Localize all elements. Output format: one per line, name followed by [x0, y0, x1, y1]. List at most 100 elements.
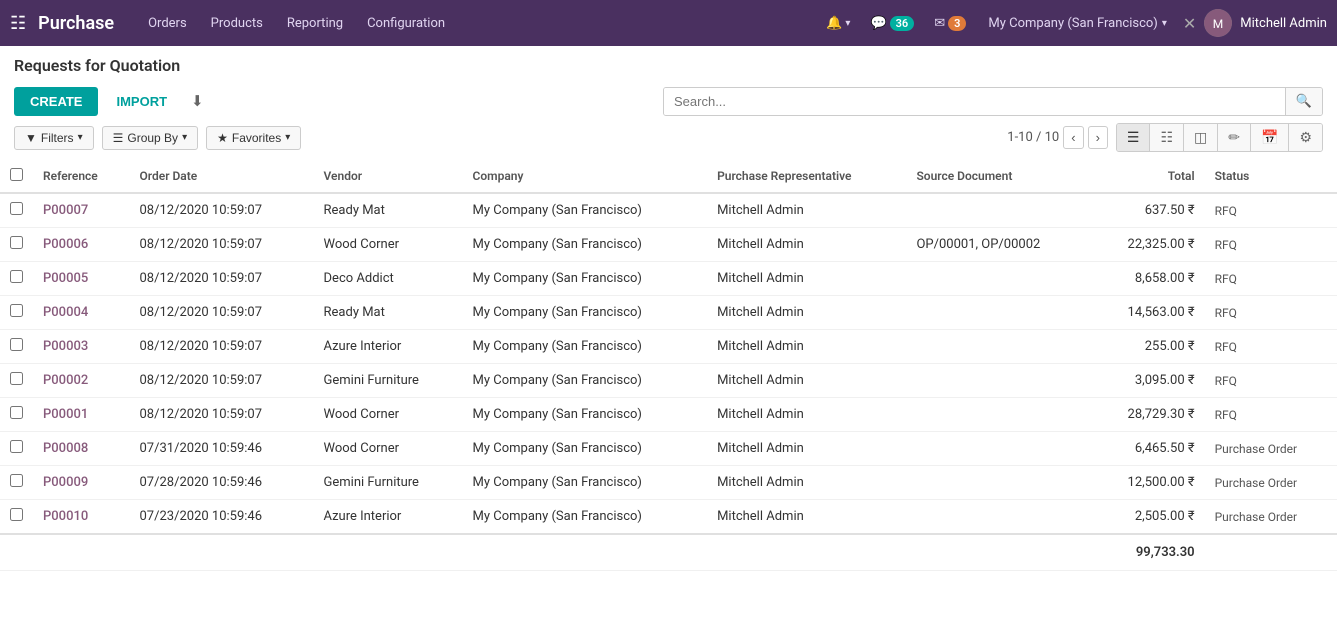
create-button[interactable]: CREATE — [14, 87, 98, 116]
row-checkbox[interactable] — [0, 432, 33, 466]
row-company: My Company (San Francisco) — [463, 228, 708, 262]
row-reference[interactable]: P00006 — [33, 228, 130, 262]
row-checkbox[interactable] — [0, 330, 33, 364]
table-row: P00001 08/12/2020 10:59:07 Wood Corner M… — [0, 398, 1337, 432]
row-checkbox[interactable] — [0, 364, 33, 398]
groupby-button[interactable]: ☰ Group By ▾ — [102, 126, 199, 150]
grand-total-label — [0, 534, 1092, 571]
col-vendor[interactable]: Vendor — [314, 160, 463, 193]
col-purchase-rep[interactable]: Purchase Representative — [707, 160, 906, 193]
chart-view-btn[interactable]: ✏ — [1218, 124, 1251, 151]
row-select-checkbox[interactable] — [10, 236, 23, 249]
row-reference[interactable]: P00005 — [33, 262, 130, 296]
col-total[interactable]: Total — [1092, 160, 1204, 193]
filters-button[interactable]: ▼ Filters ▾ — [14, 126, 94, 150]
row-total: 2,505.00 ₹ — [1092, 500, 1204, 535]
col-company[interactable]: Company — [463, 160, 708, 193]
row-checkbox[interactable] — [0, 466, 33, 500]
row-select-checkbox[interactable] — [10, 406, 23, 419]
row-vendor: Wood Corner — [314, 228, 463, 262]
favorites-button[interactable]: ★ Favorites ▾ — [206, 126, 301, 150]
row-source — [906, 296, 1092, 330]
row-source — [906, 364, 1092, 398]
import-button[interactable]: IMPORT — [106, 87, 177, 116]
row-reference[interactable]: P00008 — [33, 432, 130, 466]
row-reference[interactable]: P00007 — [33, 193, 130, 228]
row-checkbox[interactable] — [0, 398, 33, 432]
messages-btn[interactable]: ✉ 3 — [928, 12, 972, 35]
row-select-checkbox[interactable] — [10, 440, 23, 453]
row-reference[interactable]: P00002 — [33, 364, 130, 398]
row-reference[interactable]: P00009 — [33, 466, 130, 500]
pagination-next[interactable]: › — [1088, 126, 1108, 149]
row-reference[interactable]: P00001 — [33, 398, 130, 432]
row-checkbox[interactable] — [0, 500, 33, 535]
row-order-date: 07/31/2020 10:59:46 — [130, 432, 314, 466]
table-row: P00007 08/12/2020 10:59:07 Ready Mat My … — [0, 193, 1337, 228]
row-reference[interactable]: P00010 — [33, 500, 130, 535]
row-company: My Company (San Francisco) — [463, 500, 708, 535]
nav-orders[interactable]: Orders — [138, 10, 197, 37]
row-reference[interactable]: P00003 — [33, 330, 130, 364]
row-status: RFQ — [1205, 262, 1337, 296]
chat-badge: 36 — [890, 16, 915, 31]
top-navigation: ☷ Purchase Orders Products Reporting Con… — [0, 0, 1337, 46]
row-company: My Company (San Francisco) — [463, 330, 708, 364]
nav-configuration[interactable]: Configuration — [357, 10, 455, 37]
search-icon[interactable]: 🔍 — [1285, 88, 1322, 115]
notifications-btn[interactable]: 🔔 ▾ — [820, 12, 856, 35]
row-company: My Company (San Francisco) — [463, 364, 708, 398]
row-company: My Company (San Francisco) — [463, 296, 708, 330]
table-row: P00008 07/31/2020 10:59:46 Wood Corner M… — [0, 432, 1337, 466]
favorites-chevron: ▾ — [285, 132, 290, 143]
nav-products[interactable]: Products — [201, 10, 273, 37]
records-table: Reference Order Date Vendor Company Purc… — [0, 160, 1337, 571]
table-row: P00010 07/23/2020 10:59:46 Azure Interio… — [0, 500, 1337, 535]
pagination-prev[interactable]: ‹ — [1063, 126, 1083, 149]
row-checkbox[interactable] — [0, 228, 33, 262]
kanban-view-btn[interactable]: ☷ — [1150, 124, 1184, 151]
chat-btn[interactable]: 💬 36 — [864, 12, 920, 35]
main-menu: Orders Products Reporting Configuration — [138, 10, 455, 37]
select-all-checkbox[interactable] — [10, 168, 23, 181]
row-status: Purchase Order — [1205, 466, 1337, 500]
row-total: 6,465.50 ₹ — [1092, 432, 1204, 466]
row-total: 12,500.00 ₹ — [1092, 466, 1204, 500]
grid-view-btn[interactable]: ◫ — [1184, 124, 1218, 151]
close-icon[interactable]: ✕ — [1183, 14, 1196, 33]
row-vendor: Azure Interior — [314, 500, 463, 535]
row-select-checkbox[interactable] — [10, 508, 23, 521]
toolbar-left: CREATE IMPORT ⬇ — [14, 85, 210, 117]
search-input[interactable] — [664, 88, 1285, 115]
col-source-doc[interactable]: Source Document — [906, 160, 1092, 193]
user-name[interactable]: Mitchell Admin — [1240, 16, 1327, 31]
col-status[interactable]: Status — [1205, 160, 1337, 193]
row-checkbox[interactable] — [0, 193, 33, 228]
row-checkbox[interactable] — [0, 296, 33, 330]
list-view-btn[interactable]: ☰ — [1117, 124, 1151, 151]
row-order-date: 08/12/2020 10:59:07 — [130, 262, 314, 296]
company-chevron: ▾ — [1162, 18, 1167, 29]
row-reference[interactable]: P00004 — [33, 296, 130, 330]
col-reference[interactable]: Reference — [33, 160, 130, 193]
row-order-date: 08/12/2020 10:59:07 — [130, 364, 314, 398]
col-order-date[interactable]: Order Date — [130, 160, 314, 193]
row-checkbox[interactable] — [0, 262, 33, 296]
row-select-checkbox[interactable] — [10, 338, 23, 351]
row-select-checkbox[interactable] — [10, 270, 23, 283]
table-row: P00002 08/12/2020 10:59:07 Gemini Furnit… — [0, 364, 1337, 398]
settings-view-btn[interactable]: ⚙ — [1289, 124, 1322, 151]
row-select-checkbox[interactable] — [10, 304, 23, 317]
calendar-view-btn[interactable]: 📅 — [1251, 124, 1289, 151]
star-icon: ★ — [217, 131, 228, 145]
row-select-checkbox[interactable] — [10, 202, 23, 215]
grid-icon[interactable]: ☷ — [10, 13, 26, 34]
download-button[interactable]: ⬇ — [185, 85, 210, 117]
row-select-checkbox[interactable] — [10, 474, 23, 487]
company-selector[interactable]: My Company (San Francisco) ▾ — [980, 12, 1174, 35]
row-total: 14,563.00 ₹ — [1092, 296, 1204, 330]
row-select-checkbox[interactable] — [10, 372, 23, 385]
table-header: Reference Order Date Vendor Company Purc… — [0, 160, 1337, 193]
nav-reporting[interactable]: Reporting — [277, 10, 353, 37]
filters-chevron: ▾ — [78, 132, 83, 143]
